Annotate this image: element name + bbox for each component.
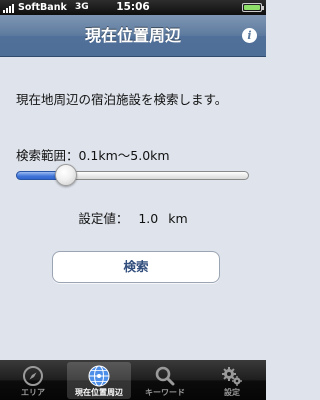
tab-label: 現在位置周辺 <box>75 388 123 397</box>
tab-label: 設定 <box>224 388 240 397</box>
status-time: 15:06 <box>116 1 150 13</box>
status-bar: SoftBank 3G 15:06 <box>0 0 266 15</box>
distance-slider-track[interactable] <box>16 171 249 180</box>
setting-value: 1.0 <box>138 211 159 226</box>
tab-label: キーワード <box>145 388 185 397</box>
setting-value-label: 設定値： <box>78 211 129 226</box>
gear-icon <box>222 367 242 386</box>
description-text: 現在地周辺の宿泊施設を検索します。 <box>16 92 228 107</box>
tab-label: エリア <box>21 388 45 397</box>
distance-slider-thumb[interactable] <box>54 164 77 186</box>
tab-keyword[interactable]: キーワード <box>133 362 197 399</box>
location-globe-icon <box>88 365 110 387</box>
search-button[interactable]: 検索 <box>52 251 220 283</box>
tab-current-location[interactable]: 現在位置周辺 <box>67 362 131 399</box>
search-range-label: 検索範囲：0.1km〜5.0km <box>16 148 170 163</box>
compass-icon <box>23 366 43 386</box>
info-button[interactable]: i <box>242 28 257 43</box>
tab-bar: エリア 現在位置周辺 キーワード 設定 <box>0 360 266 400</box>
setting-unit: km <box>168 211 188 226</box>
page-title: 現在位置周辺 <box>84 26 181 45</box>
battery-icon <box>242 3 264 12</box>
main-content: 現在地周辺の宿泊施設を検索します。 検索範囲：0.1km〜5.0km 設定値： … <box>0 58 266 360</box>
search-icon <box>155 366 175 386</box>
setting-value-row: 設定値： 1.0 km <box>0 208 266 227</box>
tab-area[interactable]: エリア <box>1 362 65 399</box>
navigation-bar: 現在位置周辺 i <box>0 15 266 57</box>
tab-settings[interactable]: 設定 <box>200 362 264 399</box>
